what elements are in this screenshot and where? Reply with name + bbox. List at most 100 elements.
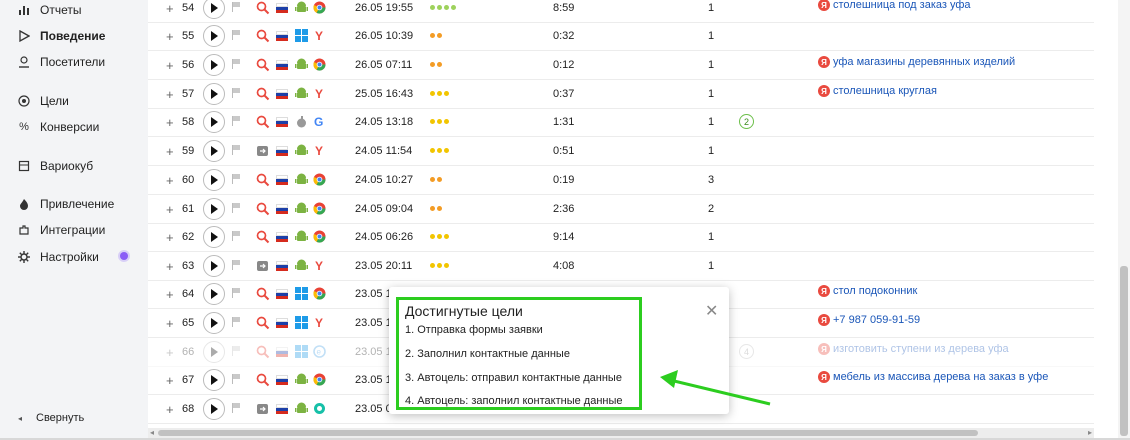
play-button[interactable]: [203, 312, 225, 334]
search-phrase-link[interactable]: стол подоконник: [833, 285, 917, 297]
flag-icon[interactable]: [232, 288, 241, 298]
sidebar-item-integrations[interactable]: Интеграции: [18, 220, 105, 240]
expand-icon[interactable]: +: [166, 115, 174, 130]
flag-icon[interactable]: [232, 88, 241, 98]
android-icon: [295, 230, 308, 243]
play-button[interactable]: [203, 169, 225, 191]
sidebar-item-behavior[interactable]: Поведение: [18, 26, 105, 46]
expand-icon[interactable]: +: [166, 87, 174, 102]
sidebar-item-acquisition[interactable]: Привлечение: [18, 194, 114, 214]
play-button[interactable]: [203, 83, 225, 105]
flag-icon[interactable]: [232, 203, 241, 213]
sidebar-item-visitors[interactable]: Посетители: [18, 52, 105, 72]
flag-icon[interactable]: [232, 116, 241, 126]
search-phrase[interactable]: Я +7 987 059-91-59: [818, 314, 920, 326]
scroll-right-icon[interactable]: ▸: [1088, 428, 1092, 437]
table-row[interactable]: +57 Y 25.05 16:43 0:37 1 Ястолешница круглая: [148, 80, 1094, 109]
search-phrase-link[interactable]: столешница под заказ уфа: [833, 0, 971, 11]
sidebar-item-reports[interactable]: Отчеты: [18, 0, 81, 20]
visit-duration: 0:51: [553, 145, 575, 157]
play-button[interactable]: [203, 0, 225, 19]
flag-icon[interactable]: [232, 374, 241, 384]
sidebar-item-variocube[interactable]: Вариокуб: [18, 156, 93, 176]
sidebar-item-label: Интеграции: [40, 223, 106, 237]
vertical-scrollbar[interactable]: [1118, 0, 1130, 440]
table-row[interactable]: +63 Y 23.05 20:11 4:08 1: [148, 252, 1094, 281]
collapse-sidebar-button[interactable]: ◂ Свернуть: [18, 412, 84, 424]
search-phrase-link[interactable]: столешница круглая: [833, 85, 937, 97]
close-icon[interactable]: ✕: [705, 301, 718, 321]
expand-icon[interactable]: +: [166, 173, 174, 188]
expand-icon[interactable]: +: [166, 287, 174, 302]
play-button[interactable]: [203, 140, 225, 162]
expand-icon[interactable]: +: [166, 259, 174, 274]
sidebar-item-settings[interactable]: Настройки: [18, 247, 99, 267]
atom-browser-icon: [313, 402, 326, 415]
flag-icon[interactable]: [232, 260, 241, 270]
play-button[interactable]: [203, 341, 225, 363]
flag-icon[interactable]: [232, 231, 241, 241]
play-button[interactable]: [203, 25, 225, 47]
expand-icon[interactable]: +: [166, 402, 174, 417]
visit-date: 24.05 10:27: [355, 174, 414, 186]
yandex-logo-icon: Я: [818, 285, 830, 297]
table-row[interactable]: +59 Y 24.05 11:54 0:51 1: [148, 137, 1094, 166]
sidebar-item-goals[interactable]: Цели: [18, 91, 69, 111]
horizontal-scrollbar[interactable]: ◂ ▸: [148, 428, 1094, 438]
search-phrase-link[interactable]: изготовить ступени из дерева уфа: [833, 343, 1009, 355]
table-row[interactable]: +54 26.05 19:55 8:59 1 Ястолешница под заказ…: [148, 0, 1094, 23]
expand-icon[interactable]: +: [166, 316, 174, 331]
expand-icon[interactable]: +: [166, 230, 174, 245]
flag-icon[interactable]: [232, 174, 241, 184]
scroll-left-icon[interactable]: ◂: [150, 428, 154, 437]
expand-icon[interactable]: +: [166, 29, 174, 44]
yandex-logo-icon: Я: [818, 85, 830, 97]
play-button[interactable]: [203, 54, 225, 76]
flag-icon[interactable]: [232, 30, 241, 40]
sidebar-item-conversions[interactable]: % Конверсии: [18, 117, 99, 137]
search-phrase[interactable]: Ямебель из массива дерева на заказ в уфе: [818, 371, 1048, 383]
play-button[interactable]: [203, 255, 225, 277]
goals-badge[interactable]: 4: [739, 344, 754, 359]
flag-icon[interactable]: [232, 317, 241, 327]
search-phrase[interactable]: Ястолешница под заказ уфа: [818, 0, 971, 11]
search-phrase[interactable]: Ястолешница круглая: [818, 85, 937, 97]
expand-icon[interactable]: +: [166, 1, 174, 16]
table-row[interactable]: +60 24.05 10:27 0:19 3: [148, 166, 1094, 195]
expand-icon[interactable]: +: [166, 144, 174, 159]
play-button[interactable]: [203, 226, 225, 248]
search-phrase[interactable]: Яуфа магазины деревянных изделий: [818, 56, 1015, 68]
goals-badge[interactable]: 2: [739, 114, 754, 129]
table-row[interactable]: +55 Y 26.05 10:39 0:32 1: [148, 22, 1094, 51]
search-phrase-link[interactable]: уфа магазины деревянных изделий: [833, 56, 1015, 68]
expand-icon[interactable]: +: [166, 58, 174, 73]
table-row[interactable]: +56 26.05 07:11 0:12 1 Яуфа магазины деревян…: [148, 51, 1094, 80]
play-button[interactable]: [203, 111, 225, 133]
expand-icon[interactable]: +: [166, 202, 174, 217]
visit-date: 23.05 1: [355, 374, 392, 386]
search-phrase[interactable]: Яизготовить ступени из дерева уфа: [818, 343, 1009, 355]
flag-icon[interactable]: [232, 145, 241, 155]
expand-icon[interactable]: +: [166, 345, 174, 360]
vertical-scroll-thumb[interactable]: [1120, 266, 1128, 436]
play-button[interactable]: [203, 283, 225, 305]
table-row[interactable]: +58 G 24.05 13:18 1:31 1 2: [148, 108, 1094, 137]
flag-icon[interactable]: [232, 2, 241, 12]
row-number: 67: [182, 374, 195, 386]
depth-dot: [437, 177, 442, 182]
search-phrase[interactable]: Ястол подоконник: [818, 285, 917, 297]
expand-icon[interactable]: +: [166, 373, 174, 388]
table-row[interactable]: +62 24.05 06:26 9:14 1: [148, 223, 1094, 252]
search-phrase-link[interactable]: мебель из массива дерева на заказ в уфе: [833, 371, 1048, 383]
flag-icon[interactable]: [232, 346, 241, 356]
play-button[interactable]: [203, 198, 225, 220]
play-button[interactable]: [203, 369, 225, 391]
yandex-browser-icon: Y: [313, 259, 326, 273]
horizontal-scroll-thumb[interactable]: [158, 430, 978, 436]
search-phrase-link[interactable]: +7 987 059-91-59: [833, 314, 920, 326]
russia-flag-icon: [276, 318, 288, 328]
play-button[interactable]: [203, 398, 225, 420]
flag-icon[interactable]: [232, 403, 241, 413]
table-row[interactable]: +61 24.05 09:04 2:36 2: [148, 195, 1094, 224]
flag-icon[interactable]: [232, 59, 241, 69]
